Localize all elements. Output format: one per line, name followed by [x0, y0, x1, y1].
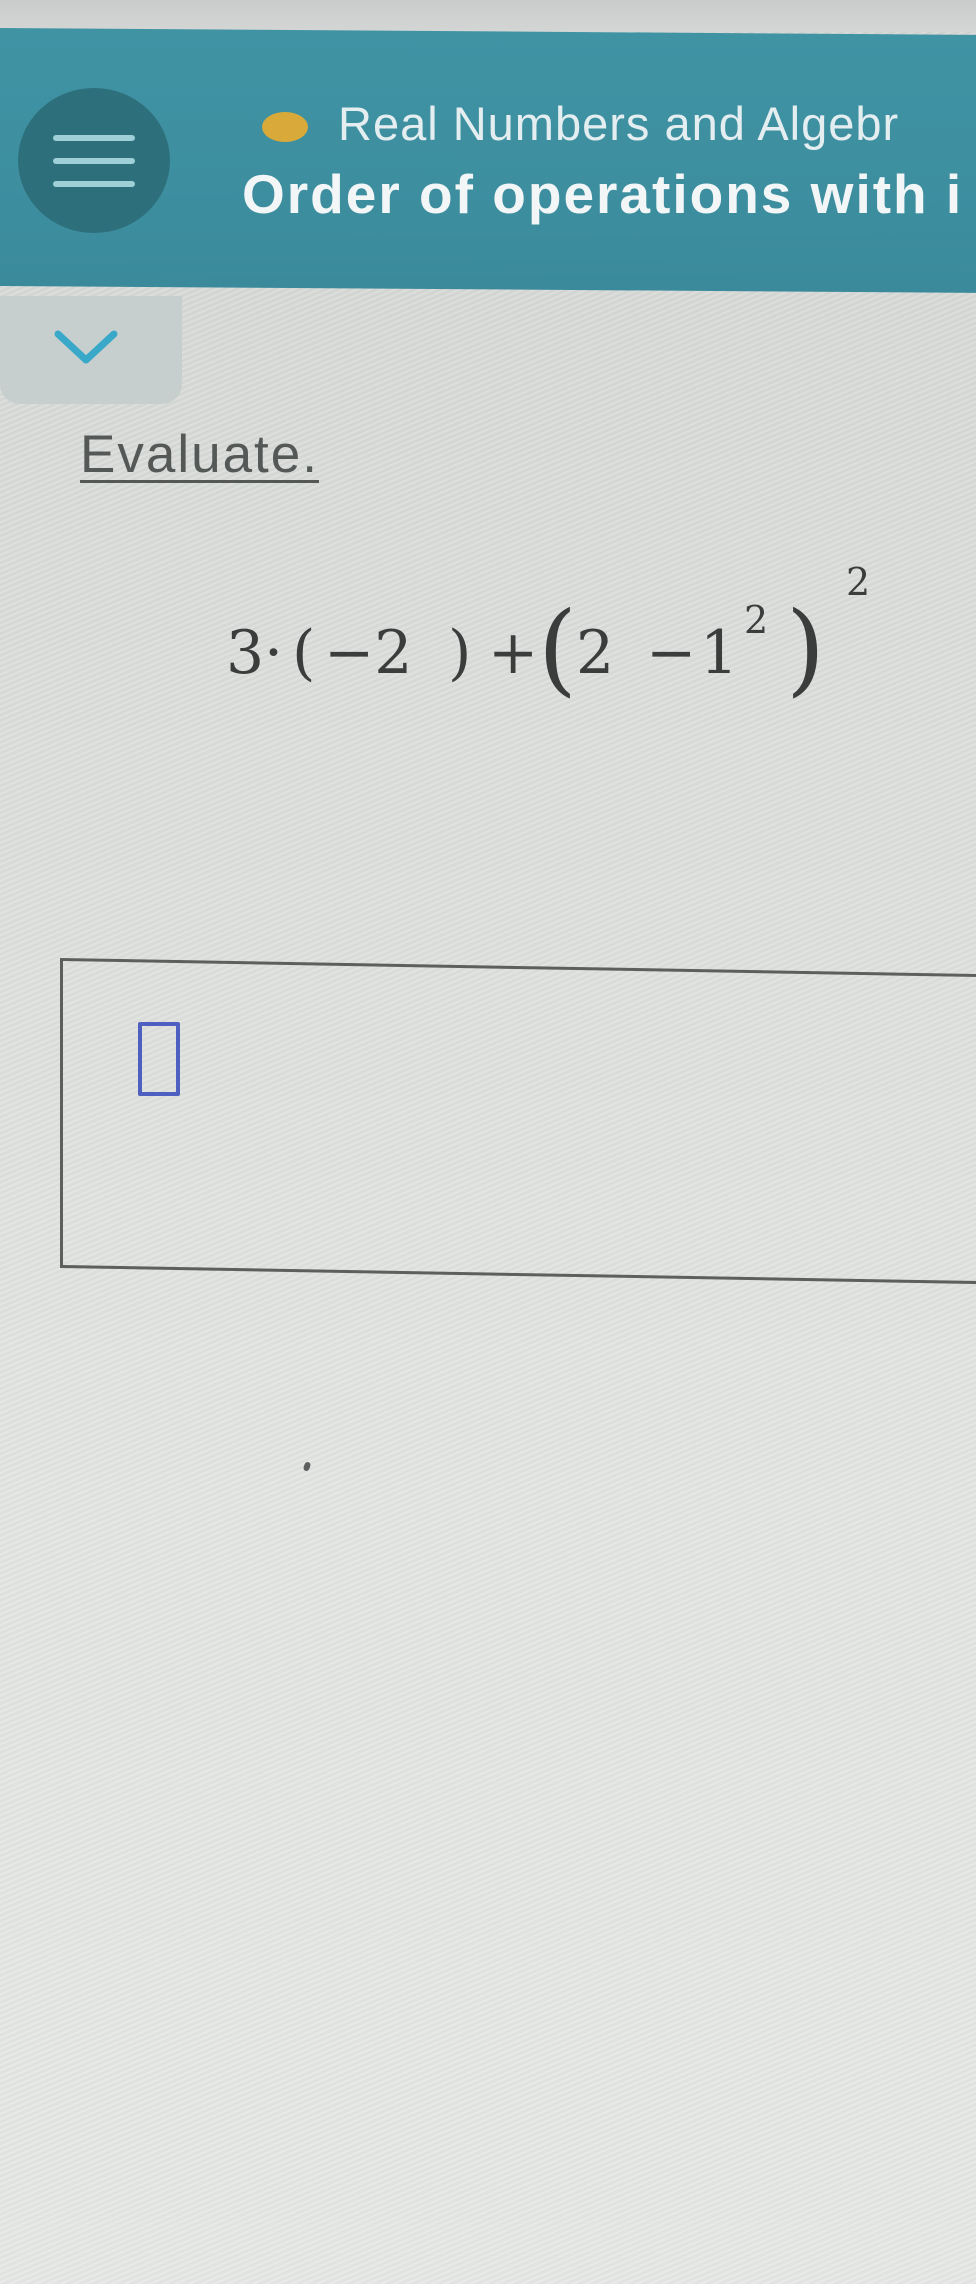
chevron-down-icon	[54, 330, 118, 364]
expr-inner-exponent: 2	[744, 598, 769, 642]
expr-outer-exponent: 2	[846, 560, 871, 604]
expr-plus: +	[488, 618, 539, 688]
expr-two: 2	[576, 618, 615, 688]
expr-close-paren: )	[448, 618, 472, 688]
hamburger-menu-icon-line	[53, 157, 135, 164]
topic-title: Real Numbers and Algebr	[338, 97, 900, 150]
hamburger-menu-icon	[53, 134, 135, 141]
status-dot-icon	[262, 112, 308, 142]
hamburger-menu-icon-line	[53, 180, 135, 187]
answer-area	[60, 958, 976, 1285]
expr-minus: −	[646, 618, 697, 688]
top-strip	[0, 0, 976, 32]
expr-dot: ·	[264, 618, 284, 688]
expr-big-close-paren: )	[786, 590, 826, 707]
instruction-text: Evaluate.	[80, 425, 319, 484]
expr-big-open-paren: (	[538, 590, 578, 707]
menu-button[interactable]	[18, 88, 170, 233]
expr-open-paren: (	[292, 618, 316, 688]
expr-negative-two: −2	[324, 618, 413, 688]
answer-input[interactable]	[138, 1022, 180, 1096]
expr-one: 1	[700, 618, 739, 688]
expr-coefficient: 3	[226, 618, 265, 688]
lesson-title: Order of operations with i	[242, 163, 964, 225]
